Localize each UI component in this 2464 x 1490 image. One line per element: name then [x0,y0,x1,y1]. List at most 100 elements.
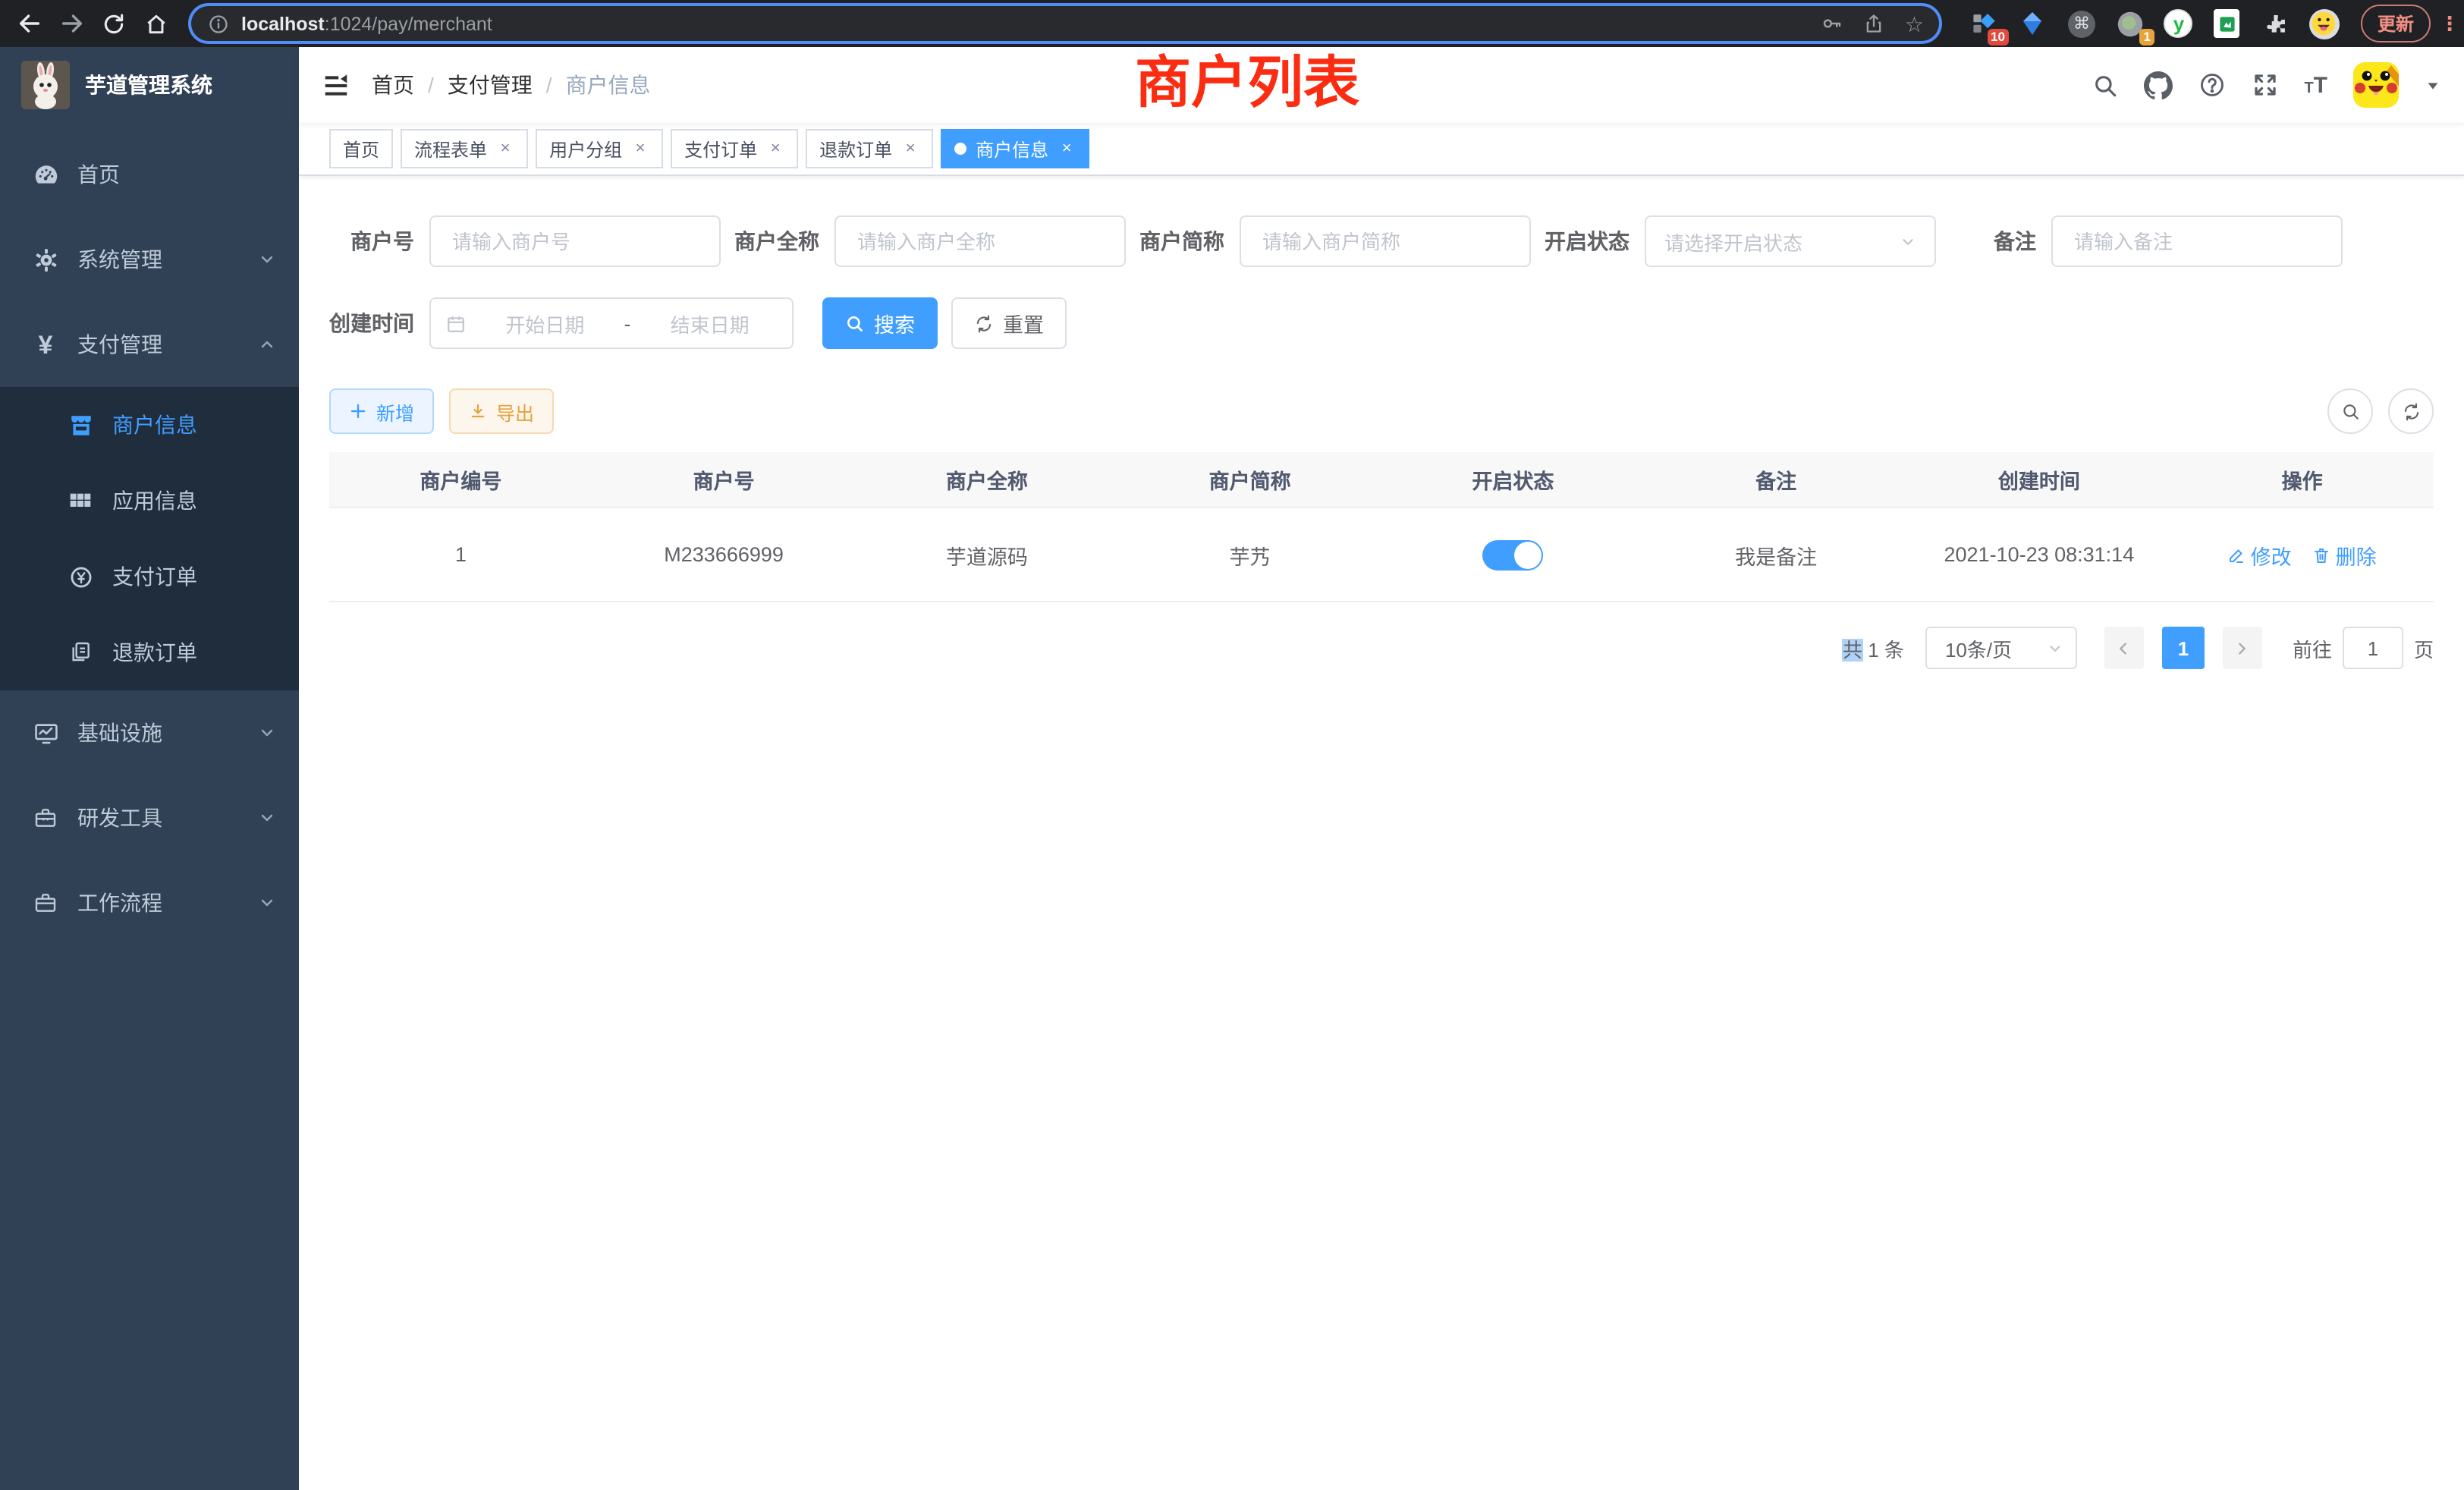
extension-command-icon[interactable]: ⌘ [2066,8,2097,39]
tab-refund-order[interactable]: 退款订单 [806,129,933,168]
extensions-strip: 10 ⌘ 1 y [1969,8,2340,39]
extension-grid-icon[interactable]: 10 [1969,8,2000,39]
filter-full-name: 商户全称 [734,215,1126,267]
tab-process-form[interactable]: 流程表单 [401,129,528,168]
bookmark-star-icon[interactable]: ☆ [1905,13,1924,34]
reset-button[interactable]: 重置 [951,297,1067,349]
extension-chart-icon[interactable] [2212,8,2242,39]
page-size-select[interactable]: 10条/页 [1925,627,2077,669]
search-button[interactable]: 搜索 [822,297,938,349]
filter-label: 商户全称 [734,226,819,256]
filter-remark: 备注 [1994,215,2343,267]
cell-create-time: 2021-10-23 08:31:14 [1908,543,2171,566]
tab-merchant-info[interactable]: 商户信息 [941,129,1089,168]
sidebar-subitem-merchant-info[interactable]: 商户信息 [0,387,299,463]
export-button[interactable]: 导出 [449,388,554,434]
download-icon [469,402,487,420]
next-page-button[interactable] [2223,627,2262,669]
active-dot [954,143,966,155]
sidebar-fold-icon[interactable] [322,71,350,99]
tab-user-group[interactable]: 用户分组 [536,129,663,168]
search-icon [845,313,865,333]
status-select[interactable]: 请选择开启状态 [1645,215,1936,267]
add-button-label: 新增 [376,397,414,426]
url-bar[interactable]: localhost:1024/pay/merchant ☆ [191,6,1939,41]
browser-menu-icon[interactable]: ⋮ [2440,20,2452,27]
sidebar-item-infrastructure[interactable]: 基础设施 [0,690,299,775]
tab-home[interactable]: 首页 [329,129,393,168]
close-icon[interactable] [631,140,649,158]
export-button-label: 导出 [496,397,534,426]
sidebar-item-payment[interactable]: ¥ 支付管理 [0,302,299,387]
breadcrumb-home[interactable]: 首页 [372,70,414,100]
remark-input[interactable] [2071,228,2323,254]
col-full-name: 商户全称 [856,464,1119,495]
app-window: localhost:1024/pay/merchant ☆ 10 [0,0,2464,1490]
refresh-icon [2401,401,2421,421]
chevron-up-icon [258,335,276,354]
status-toggle[interactable] [1482,539,1543,570]
help-icon[interactable] [2198,71,2225,99]
chevron-down-icon [1900,233,1916,250]
font-size-icon[interactable]: TT [2304,74,2327,96]
browser-update-button[interactable]: 更新 [2361,5,2431,42]
filter-label: 备注 [1994,226,2036,256]
share-icon[interactable] [1864,12,1885,35]
edit-link-label: 修改 [2251,539,2292,570]
url-path: :1024/pay/merchant [325,13,492,34]
close-icon[interactable] [496,140,514,158]
browser-home-button[interactable] [140,7,173,40]
refresh-table-button[interactable] [2388,388,2434,434]
goto-page-input[interactable] [2343,627,2403,669]
edit-link[interactable]: 修改 [2228,539,2292,570]
page-info-icon[interactable] [206,11,231,36]
main-area: 首页 / 支付管理 / 商户信息 TT [299,47,2464,1490]
edit-pencil-icon [2228,545,2246,564]
sidebar-subitem-pay-order[interactable]: 支付订单 [0,539,299,615]
monitor-chart-icon [32,720,59,746]
page-1-button[interactable]: 1 [2162,627,2205,669]
sidebar-logo[interactable]: 芋道管理系统 [0,47,299,123]
total-prefix: 共 [1843,638,1862,661]
extension-yudao-icon[interactable]: y [2164,8,2194,39]
filter-row-1: 商户号 商户全称 商户简称 开启状态 请选择开启状态 [329,215,2434,267]
github-icon[interactable] [2143,71,2172,99]
full-name-input[interactable] [854,228,1106,254]
sidebar-subitem-app-info[interactable]: 应用信息 [0,463,299,539]
close-icon[interactable] [766,140,784,158]
short-name-input[interactable] [1259,228,1511,254]
sidebar-subitem-refund-order[interactable]: 退款订单 [0,615,299,690]
close-icon[interactable] [901,140,919,158]
page-size-value: 10条/页 [1945,633,2047,662]
caret-down-icon[interactable] [2425,77,2441,93]
extension-kite-icon[interactable] [2018,8,2048,39]
breadcrumb-payment[interactable]: 支付管理 [448,70,533,100]
briefcase-icon [32,891,59,915]
browser-reload-button[interactable] [97,7,130,40]
browser-forward-button[interactable] [55,7,88,40]
close-icon[interactable] [1058,140,1076,158]
password-key-icon[interactable] [1821,12,1844,35]
sidebar-item-home[interactable]: 首页 [0,132,299,217]
extension-record-icon[interactable]: 1 [2115,8,2145,39]
header-search-icon[interactable] [2092,72,2117,98]
prev-page-button[interactable] [2104,627,2144,669]
date-range-picker[interactable]: 开始日期 - 结束日期 [429,297,794,349]
sidebar-item-system[interactable]: 系统管理 [0,217,299,302]
toolbox-icon [32,806,59,830]
dashboard-icon [32,162,59,187]
browser-profile-avatar[interactable] [2309,8,2340,39]
extensions-puzzle-icon[interactable] [2261,8,2291,39]
fullscreen-icon[interactable] [2251,71,2278,99]
browser-back-button[interactable] [12,7,46,40]
cell-full-name: 芋道源码 [856,539,1119,570]
documents-icon [67,640,94,665]
delete-link[interactable]: 删除 [2313,539,2377,570]
merchant-no-input[interactable] [449,228,701,254]
sidebar-item-dev-tools[interactable]: 研发工具 [0,775,299,860]
user-avatar[interactable] [2353,62,2399,108]
show-search-toggle-button[interactable] [2327,388,2373,434]
sidebar-item-workflow[interactable]: 工作流程 [0,860,299,945]
add-button[interactable]: 新增 [329,388,434,434]
tab-pay-order[interactable]: 支付订单 [671,129,798,168]
